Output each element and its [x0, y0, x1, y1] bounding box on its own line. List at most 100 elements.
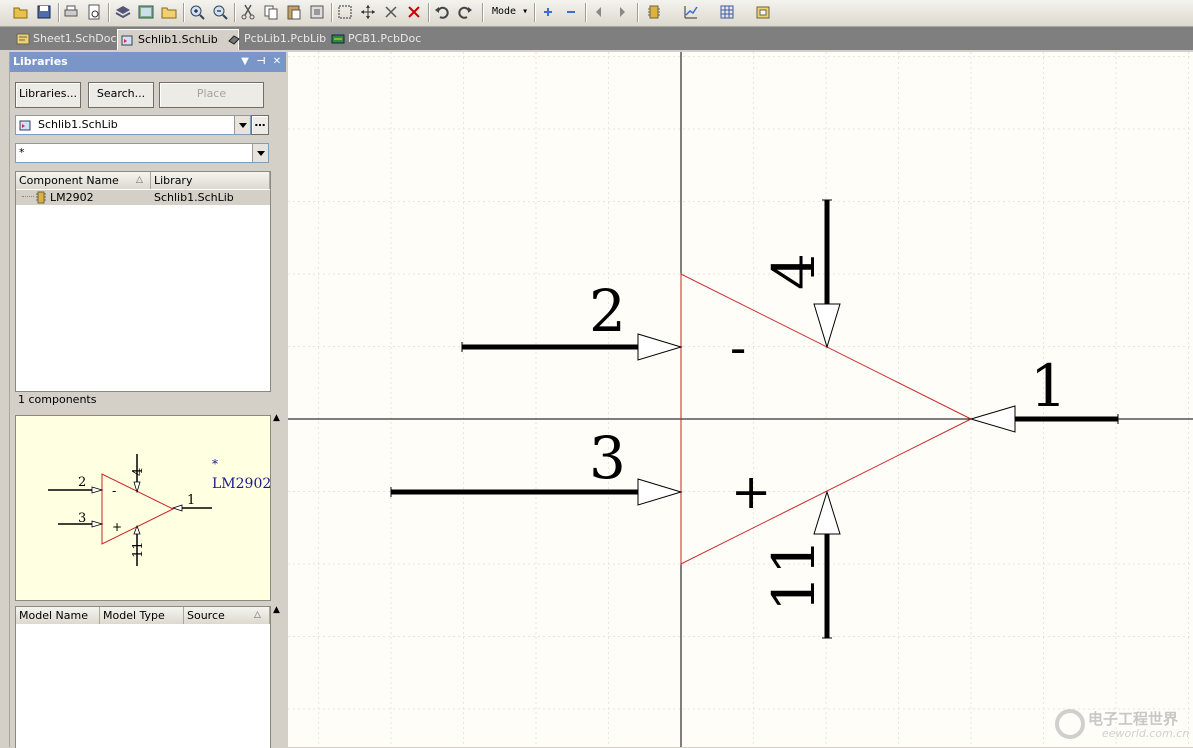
tab-pcb1-pcbdoc[interactable]: PCB1.PcbDoc — [328, 29, 440, 49]
watermark-text: 电子工程世界 — [1088, 710, 1179, 728]
collapse-up-icon[interactable]: ▲ — [273, 606, 281, 615]
library-cell: Schlib1.SchLib — [154, 191, 234, 204]
cross-select-icon[interactable] — [382, 3, 400, 21]
pin-3: 3 — [390, 424, 683, 506]
zoom-out-icon[interactable] — [211, 3, 229, 21]
mode-label: Mode — [492, 6, 517, 17]
library-select[interactable]: Schlib1.SchLib — [15, 115, 251, 135]
layers-icon[interactable] — [114, 3, 132, 21]
component-icon[interactable] — [645, 3, 663, 21]
mode-dropdown[interactable]: Mode ▾ — [488, 4, 532, 20]
preview-comment: LM2902 — [212, 476, 270, 492]
panel-menu-chevron-icon[interactable]: ▼ — [239, 55, 251, 69]
add-icon[interactable] — [539, 3, 557, 21]
component-icon — [36, 191, 46, 204]
rubber-stamp-icon[interactable] — [308, 3, 326, 21]
search-button[interactable]: Search... — [88, 82, 154, 108]
watermark-subtext: eeworld.com.cn — [1102, 727, 1190, 740]
open-folder-icon[interactable] — [12, 3, 30, 21]
preview-minus-sign: - — [112, 484, 116, 498]
close-icon[interactable]: ✕ — [271, 55, 283, 69]
copy-icon[interactable] — [262, 3, 280, 21]
more-options-icon[interactable]: … — [251, 115, 269, 135]
column-library[interactable]: Library — [151, 172, 270, 189]
pin-1: 1 — [969, 352, 1119, 433]
chevron-down-icon: ▾ — [522, 6, 529, 17]
save-icon[interactable] — [35, 3, 53, 21]
filter-input[interactable]: * — [15, 143, 269, 163]
plus-sign: + — [731, 464, 771, 520]
schematic-canvas[interactable]: 2 3 4 11 1 - + — [288, 52, 1193, 747]
tab-label: Sheet1.SchDoc — [33, 32, 117, 45]
minus-sign: - — [730, 320, 746, 376]
back-icon[interactable] — [590, 3, 608, 21]
chevron-down-icon[interactable] — [252, 144, 268, 162]
pcbdoc-icon — [331, 34, 345, 44]
remove-icon[interactable] — [562, 3, 580, 21]
preview-pin-label-4: 4 — [131, 468, 146, 476]
print-icon[interactable] — [62, 3, 80, 21]
tree-line — [22, 196, 34, 197]
undo-icon[interactable] — [433, 3, 451, 21]
library-icon[interactable] — [754, 3, 772, 21]
sort-ascending-icon: △ — [136, 175, 143, 185]
collapse-up-icon[interactable]: ▲ — [273, 414, 281, 423]
zoom-in-icon[interactable] — [188, 3, 206, 21]
left-edge-strip — [0, 52, 10, 747]
preview-pin-label-3: 3 — [78, 511, 86, 526]
chart-icon[interactable] — [682, 3, 700, 21]
pin-number-2: 2 — [589, 277, 626, 345]
chevron-down-icon[interactable] — [234, 116, 250, 134]
sheet-icon[interactable] — [137, 3, 155, 21]
document-tabs: Sheet1.SchDoc Schlib1.SchLib PcbLib1.Pcb… — [0, 27, 1193, 50]
main-toolbar: Mode ▾ — [0, 0, 1193, 27]
paste-icon[interactable] — [285, 3, 303, 21]
move-icon[interactable] — [359, 3, 377, 21]
grid-icon[interactable] — [718, 3, 736, 21]
place-button[interactable]: Place — [159, 82, 264, 108]
forward-icon[interactable] — [613, 3, 631, 21]
filter-value: * — [19, 146, 25, 159]
schlib-icon — [19, 120, 31, 131]
column-source[interactable]: Source △ — [184, 607, 270, 624]
preview-designator: * — [212, 457, 218, 471]
column-component-name[interactable]: Component Name △ — [16, 172, 151, 189]
component-count: 1 components — [18, 393, 97, 406]
redo-icon[interactable] — [456, 3, 474, 21]
column-model-name[interactable]: Model Name — [16, 607, 100, 624]
libraries-button[interactable]: Libraries... — [15, 82, 81, 108]
panel-title: Libraries — [13, 55, 68, 68]
pin-icon[interactable]: ⊣ — [255, 55, 267, 69]
library-select-value: Schlib1.SchLib — [38, 118, 118, 131]
pin-number-4: 4 — [760, 253, 828, 290]
column-model-type[interactable]: Model Type — [100, 607, 184, 624]
tab-label: PCB1.PcbDoc — [348, 32, 422, 45]
eeworld-watermark: 电子工程世界 eeworld.com.cn — [1054, 707, 1190, 741]
tab-sheet1-schdoc[interactable]: Sheet1.SchDoc — [13, 29, 127, 49]
preview-pin-label-2: 2 — [78, 475, 86, 490]
pin-number-1: 1 — [1030, 352, 1067, 420]
panel-header: Libraries ▼ ⊣ ✕ — [10, 52, 286, 72]
schdoc-icon — [16, 33, 30, 45]
tab-label: PcbLib1.PcbLib — [244, 32, 327, 45]
deselect-icon[interactable] — [405, 3, 423, 21]
print-preview-icon[interactable] — [85, 3, 103, 21]
preview-pin-label-1: 1 — [187, 493, 195, 508]
table-row[interactable]: LM2902 Schlib1.SchLib — [16, 190, 270, 205]
preview-symbol: 2 4 1 3 11 - + * LM2902 — [48, 454, 271, 566]
folder-icon[interactable] — [160, 3, 178, 21]
tab-schlib1-schlib[interactable]: Schlib1.SchLib — [117, 29, 239, 50]
schematic-drawing[interactable]: 2 3 4 11 1 - + — [288, 52, 1193, 747]
sort-ascending-icon: △ — [254, 610, 261, 620]
preview-pin-label-11: 11 — [131, 541, 146, 558]
components-table: Component Name △ Library LM2902 Schlib1.S… — [15, 171, 271, 392]
tab-pcblib1-pcblib[interactable]: PcbLib1.PcbLib — [224, 29, 340, 49]
component-preview: 2 4 1 3 11 - + * LM2902 — [15, 415, 271, 601]
preview-plus-sign: + — [112, 520, 122, 534]
tab-label: Schlib1.SchLib — [138, 33, 218, 46]
eeworld-logo — [1055, 709, 1085, 739]
select-rect-icon[interactable] — [336, 3, 354, 21]
pin-2: 2 — [461, 277, 683, 361]
libraries-panel: Libraries ▼ ⊣ ✕ Libraries... Search... P… — [10, 52, 286, 748]
cut-icon[interactable] — [239, 3, 257, 21]
